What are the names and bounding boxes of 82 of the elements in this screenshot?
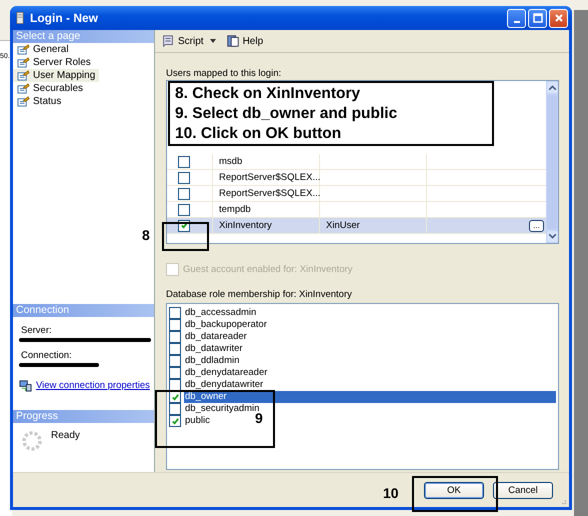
checkbox[interactable] xyxy=(178,172,190,184)
table-cell: msdb xyxy=(219,156,242,167)
checkbox[interactable] xyxy=(178,156,190,168)
section-label: Database role membership for: XinInventory xyxy=(166,289,353,300)
table-cell: ReportServer$SQLEX... xyxy=(219,188,320,199)
instruction-text: 10. Click on OK button xyxy=(175,124,342,144)
checkbox[interactable] xyxy=(169,331,181,343)
checkbox-label: Guest account enabled for: XinInventory xyxy=(183,264,353,275)
grid-row[interactable]: XinInventory XinUser ... xyxy=(167,218,546,234)
checkbox[interactable] xyxy=(169,403,181,415)
field-label: Connection: xyxy=(20,349,73,361)
step-number: 8 xyxy=(142,227,150,243)
grid-row[interactable]: ReportServer$SQLEX... xyxy=(167,186,546,202)
checkbox[interactable] xyxy=(169,391,181,403)
list-item[interactable]: db_ddladmin xyxy=(184,355,240,367)
sidebar-item[interactable]: Securables xyxy=(13,82,88,95)
grid-row[interactable]: msdb xyxy=(167,154,546,170)
page-icon xyxy=(17,83,30,94)
section-header: Connection xyxy=(13,304,154,317)
list-item[interactable]: public xyxy=(184,415,210,427)
caret-icon xyxy=(210,39,216,43)
section-header: Progress xyxy=(13,410,154,423)
sidebar-item[interactable]: General xyxy=(13,43,73,56)
scroll-up-icon[interactable] xyxy=(546,82,558,93)
window-title: Login - New xyxy=(30,11,99,25)
sidebar-item[interactable]: Status xyxy=(13,95,66,108)
table-cell: XinInventory xyxy=(219,220,272,231)
list-item[interactable]: db_datareader xyxy=(184,331,247,343)
help-book-icon xyxy=(226,34,240,48)
minimize-button[interactable] xyxy=(507,8,526,28)
spinner-icon xyxy=(21,430,43,452)
script-button[interactable]: Script xyxy=(159,34,218,48)
list-item[interactable]: db_denydatareader xyxy=(184,367,268,379)
minimize-icon xyxy=(514,20,520,22)
scrollbar[interactable] xyxy=(546,81,558,243)
view-connection-link[interactable]: View connection properties xyxy=(36,380,150,391)
browse-button[interactable]: ... xyxy=(529,220,544,232)
checkbox[interactable] xyxy=(169,379,181,391)
table-cell: tempdb xyxy=(219,204,251,215)
highlight-frame xyxy=(162,222,209,251)
page-icon xyxy=(17,96,30,107)
page-icon xyxy=(17,44,30,55)
ok-button[interactable]: OK xyxy=(424,482,484,498)
section-label: Users mapped to this login: xyxy=(166,68,282,79)
checkbox[interactable] xyxy=(178,188,190,200)
checkbox[interactable] xyxy=(169,355,181,367)
scroll-down-icon[interactable] xyxy=(546,231,558,242)
computer-icon xyxy=(19,379,32,392)
list-item[interactable]: db_owner xyxy=(184,391,556,403)
maximize-icon xyxy=(532,13,542,23)
step-number: 9 xyxy=(255,410,263,426)
checkbox[interactable] xyxy=(169,415,181,427)
status-text: Ready xyxy=(51,430,80,443)
list-item[interactable]: db_accessadmin xyxy=(184,307,256,319)
checkbox[interactable] xyxy=(169,343,181,355)
resize-grip-icon xyxy=(559,497,567,505)
list-item[interactable]: db_datawriter xyxy=(184,343,243,355)
check-icon xyxy=(180,221,188,230)
list-item[interactable]: db_denydatawriter xyxy=(184,379,264,391)
field-label: Server: xyxy=(20,324,53,336)
help-button[interactable]: Help xyxy=(224,34,266,48)
checkbox[interactable] xyxy=(169,367,181,379)
close-icon xyxy=(554,13,564,23)
server-icon xyxy=(16,11,24,25)
grid-row[interactable]: ReportServer$SQLEX... xyxy=(167,170,546,186)
instruction-text: 8. Check on XinInventory xyxy=(175,84,362,104)
close-button[interactable] xyxy=(549,8,568,28)
sidebar-item[interactable]: Server Roles xyxy=(13,56,95,69)
sidebar-item[interactable]: User Mapping xyxy=(13,69,100,82)
list-item[interactable]: db_backupoperator xyxy=(184,319,267,331)
page-icon xyxy=(17,70,30,81)
checkbox[interactable] xyxy=(178,204,190,216)
maximize-button[interactable] xyxy=(528,8,547,28)
page-icon xyxy=(17,57,30,68)
checkbox[interactable] xyxy=(169,307,181,319)
checkbox[interactable] xyxy=(169,319,181,331)
cancel-button[interactable]: Cancel xyxy=(493,482,553,498)
section-header: Select a page xyxy=(13,30,154,43)
table-cell: XinUser xyxy=(326,220,360,231)
table-cell: ReportServer$SQLEX... xyxy=(219,172,320,183)
instruction-text: 9. Select db_owner and public xyxy=(175,104,398,124)
step-number: 10 xyxy=(383,485,399,501)
